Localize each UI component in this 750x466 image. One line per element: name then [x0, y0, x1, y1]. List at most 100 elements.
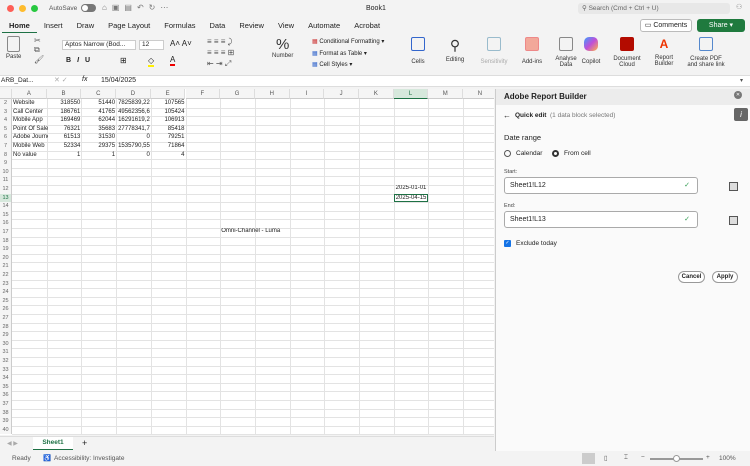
bold-italic-underline-buttons[interactable]: BIU [66, 57, 96, 64]
cancel-button[interactable]: Cancel [678, 271, 705, 283]
close-window-button[interactable] [7, 5, 14, 12]
minimize-window-button[interactable] [19, 5, 26, 12]
zoom-slider[interactable] [650, 455, 703, 462]
row-header[interactable]: 22 [0, 271, 12, 280]
table-cell[interactable]: 169469 [47, 116, 82, 125]
start-input[interactable]: Sheet1!L12 ✓ [504, 177, 698, 194]
autosave-toggle[interactable] [81, 4, 96, 12]
table-cell[interactable]: 318550 [47, 99, 82, 108]
row-header[interactable]: 33 [0, 365, 12, 375]
apply-button[interactable]: Apply [712, 271, 738, 283]
report-builder-button[interactable]: A Report Builder [650, 37, 678, 67]
normal-view-icon[interactable] [582, 453, 595, 464]
column-header[interactable]: L [393, 89, 429, 99]
column-header[interactable]: A [12, 89, 47, 99]
table-cell[interactable]: 85418 [151, 125, 186, 134]
column-header[interactable]: G [220, 89, 255, 99]
row-header[interactable]: 34 [0, 374, 12, 383]
calendar-radio[interactable] [504, 150, 511, 157]
table-cell[interactable]: 51440 [81, 99, 116, 108]
row-header[interactable]: 40 [0, 425, 12, 435]
tab-acrobat[interactable]: Acrobat [347, 18, 387, 33]
quick-access-icons[interactable]: ⌂▣▤↶↻⋯ [102, 3, 173, 12]
tab-page-layout[interactable]: Page Layout [101, 18, 157, 33]
row-header[interactable]: 30 [0, 339, 12, 349]
zoom-in-button[interactable]: + [706, 454, 710, 461]
row-header[interactable]: 24 [0, 288, 12, 297]
copilot-button[interactable]: Copilot [579, 37, 603, 65]
row-header[interactable]: 18 [0, 236, 12, 246]
table-cell[interactable]: 107565 [151, 99, 186, 108]
row-header[interactable]: 14 [0, 202, 12, 211]
alignment-icons[interactable]: ≡ ≡ ≡ ⤸ ≡ ≡ ≡ ⊞ ⇤ ⇥ ⤢ [207, 36, 234, 69]
fill-color-icon[interactable]: ◇ [148, 56, 155, 67]
table-cell[interactable]: 62044 [81, 116, 116, 125]
row-header[interactable]: 11 [0, 176, 12, 185]
function-icon[interactable]: fx [82, 76, 87, 83]
create-pdf-button[interactable]: Create PDF and share link [685, 37, 727, 68]
row-header[interactable]: 38 [0, 408, 12, 418]
analyse-data-button[interactable]: Analyse Data [553, 37, 579, 68]
table-cell[interactable]: 2025-01-01 [394, 185, 429, 194]
row-header[interactable]: 15 [0, 210, 12, 220]
table-cell[interactable]: 29375 [81, 142, 116, 151]
row-header[interactable]: 9 [0, 159, 12, 168]
column-header[interactable]: H [254, 89, 290, 99]
row-header[interactable]: 7 [0, 142, 12, 151]
format-as-table-button[interactable]: ▦ Format as Table ▾ [312, 49, 384, 61]
row-header[interactable]: 16 [0, 219, 12, 228]
tab-insert[interactable]: Insert [37, 18, 70, 33]
table-cell[interactable]: 41765 [81, 108, 116, 117]
column-header[interactable]: B [46, 89, 82, 99]
row-header[interactable]: 17 [0, 228, 12, 237]
row-header[interactable]: 39 [0, 417, 12, 426]
maximize-window-button[interactable] [31, 5, 38, 12]
table-cell[interactable]: 1 [47, 151, 82, 160]
table-cell[interactable]: 7825839,22 [116, 99, 151, 108]
table-cell[interactable]: 106913 [151, 116, 186, 125]
table-cell[interactable]: No value [12, 151, 48, 160]
row-header[interactable]: 4 [0, 116, 12, 125]
table-cell[interactable]: 79251 [151, 133, 186, 142]
table-cell[interactable]: Mobile Web [12, 142, 48, 151]
table-cell[interactable]: 0 [116, 151, 151, 160]
from-cell-radio[interactable] [552, 150, 559, 157]
table-cell[interactable]: Omni-Channel - Luma [220, 228, 281, 237]
page-break-view-icon[interactable]: ⌶ [624, 454, 628, 462]
conditional-formatting-button[interactable]: ▦ Conditional Formatting ▾ [312, 37, 384, 49]
row-header[interactable]: 29 [0, 331, 12, 340]
column-header[interactable]: C [81, 89, 117, 99]
start-cell-picker-icon[interactable] [729, 182, 738, 191]
row-header[interactable]: 28 [0, 322, 12, 332]
table-cell[interactable]: Point Of Sale [12, 125, 48, 134]
column-header[interactable]: K [359, 89, 394, 99]
table-cell[interactable]: 71864 [151, 142, 186, 151]
share-button[interactable]: Share ▾ [697, 19, 745, 32]
sensitivity-button[interactable]: Sensitivity [478, 37, 510, 65]
cell-styles-button[interactable]: ▦ Cell Styles ▾ [312, 60, 384, 72]
table-cell[interactable]: 61513 [47, 133, 82, 142]
close-panel-icon[interactable]: ✕ [734, 91, 742, 99]
table-cell[interactable]: 0 [116, 133, 151, 142]
cells-button[interactable]: Cells [405, 37, 431, 65]
column-header[interactable]: M [428, 89, 464, 99]
table-cell[interactable]: 1 [81, 151, 116, 160]
row-header[interactable]: 36 [0, 391, 12, 400]
row-header[interactable]: 6 [0, 133, 12, 142]
account-icon[interactable]: ⚇ [736, 3, 742, 11]
row-header[interactable]: 10 [0, 167, 12, 177]
table-cell[interactable]: 105424 [151, 108, 186, 117]
add-ins-button[interactable]: Add-ins [520, 37, 544, 65]
cancel-enter-icons[interactable]: ✕ ✓ [54, 76, 68, 84]
font-grow-shrink-icons[interactable]: A˄ A˅ [170, 39, 192, 48]
borders-icon[interactable]: ⊞ [120, 56, 127, 65]
row-header[interactable]: 5 [0, 124, 12, 134]
font-size-select[interactable]: 12 [139, 40, 164, 50]
zoom-out-button[interactable]: − [641, 454, 645, 461]
page-layout-view-icon[interactable]: ▯ [604, 454, 608, 462]
tab-formulas[interactable]: Formulas [157, 18, 202, 33]
row-header[interactable]: 23 [0, 279, 12, 289]
table-cell[interactable]: 35683 [81, 125, 116, 134]
table-cell[interactable]: Adobe Journe [12, 133, 48, 142]
expand-formula-icon[interactable]: ▾ [740, 77, 743, 84]
